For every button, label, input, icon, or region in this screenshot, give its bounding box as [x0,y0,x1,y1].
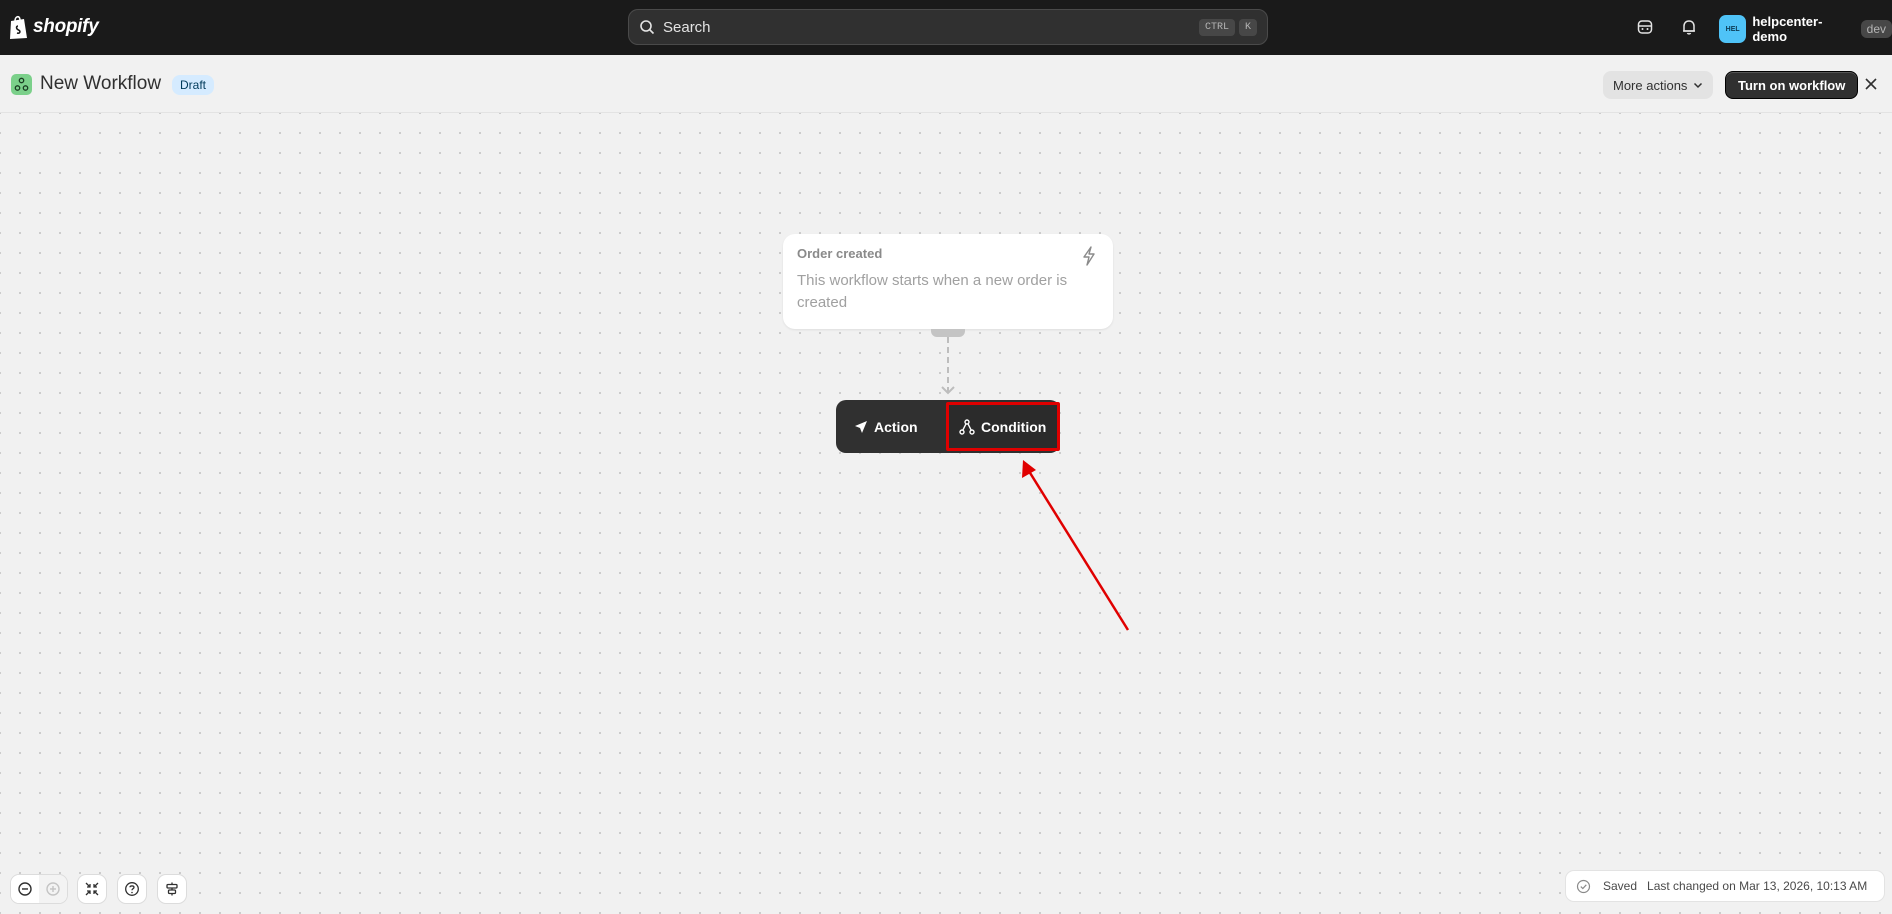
sidekick-icon [1637,20,1653,34]
chevron-down-icon [1694,82,1703,89]
zoom-out-icon [18,882,32,896]
close-icon [1865,78,1877,90]
flow-app-icon [11,74,32,95]
add-step-menu: Action Condition [836,400,1060,453]
saved-label: Saved [1603,879,1638,893]
trigger-card[interactable]: Order created This workflow starts when … [783,234,1113,329]
environment-badge: dev [1860,20,1892,38]
page-header: New Workflow Draft More actions Turn on … [0,55,1892,113]
status-badge: Draft [172,75,215,95]
branch-icon [959,418,975,435]
more-actions-label: More actions [1613,77,1688,93]
action-button[interactable]: Action [836,400,946,453]
page-title: New Workflow [40,73,162,94]
close-button[interactable] [1862,75,1880,93]
store-name: helpcenter-demo [1752,14,1823,44]
shopify-bag-icon [10,15,27,39]
shopify-logo[interactable]: shopify [8,14,99,40]
annotation-arrow [1022,460,1130,631]
connector-arrow-icon [941,386,955,395]
check-circle-icon [1576,879,1591,893]
help-button[interactable] [118,875,146,903]
trigger-description: This workflow starts when a new order is… [797,272,1068,311]
trigger-title: Order created [797,246,883,261]
fit-view-button[interactable] [78,875,106,903]
search-icon [640,20,655,35]
align-button[interactable] [158,875,186,903]
turn-on-workflow-button[interactable]: Turn on workflow [1725,71,1859,99]
top-bar: shopify Search CTRL K HEL helpcenter-dem… [0,0,1892,55]
search-label: Search [663,18,711,36]
last-changed-label: Last changed on Mar 13, 2026, 10:13 AM [1647,879,1868,893]
condition-button[interactable]: Condition [946,402,1060,451]
help-icon [125,882,139,896]
align-icon [166,882,178,896]
fit-view-icon [85,882,99,896]
condition-label: Condition [981,418,1047,435]
send-icon [855,420,867,433]
sidekick-button[interactable] [1634,16,1656,38]
avatar: HEL [1719,15,1747,43]
bell-icon [1683,20,1695,35]
more-actions-button[interactable]: More actions [1603,71,1714,99]
zoom-in-icon [46,882,60,896]
action-label: Action [874,418,918,435]
bolt-icon [1083,246,1095,266]
account-menu[interactable]: HEL helpcenter-demo dev [1719,14,1892,44]
search-bar[interactable]: Search CTRL K [628,9,1268,45]
shortcut-key-ctrl: CTRL [1198,18,1235,36]
shortcut-key-k: K [1238,18,1257,36]
save-status: Saved Last changed on Mar 13, 2026, 10:1… [1566,871,1884,901]
notifications-button[interactable] [1678,16,1700,38]
workflow-icon [14,77,29,91]
zoom-in-button[interactable] [39,875,67,903]
connector-handle[interactable] [931,329,965,337]
zoom-controls [11,875,67,903]
zoom-out-button[interactable] [11,875,39,903]
brand-name: shopify [33,16,99,37]
